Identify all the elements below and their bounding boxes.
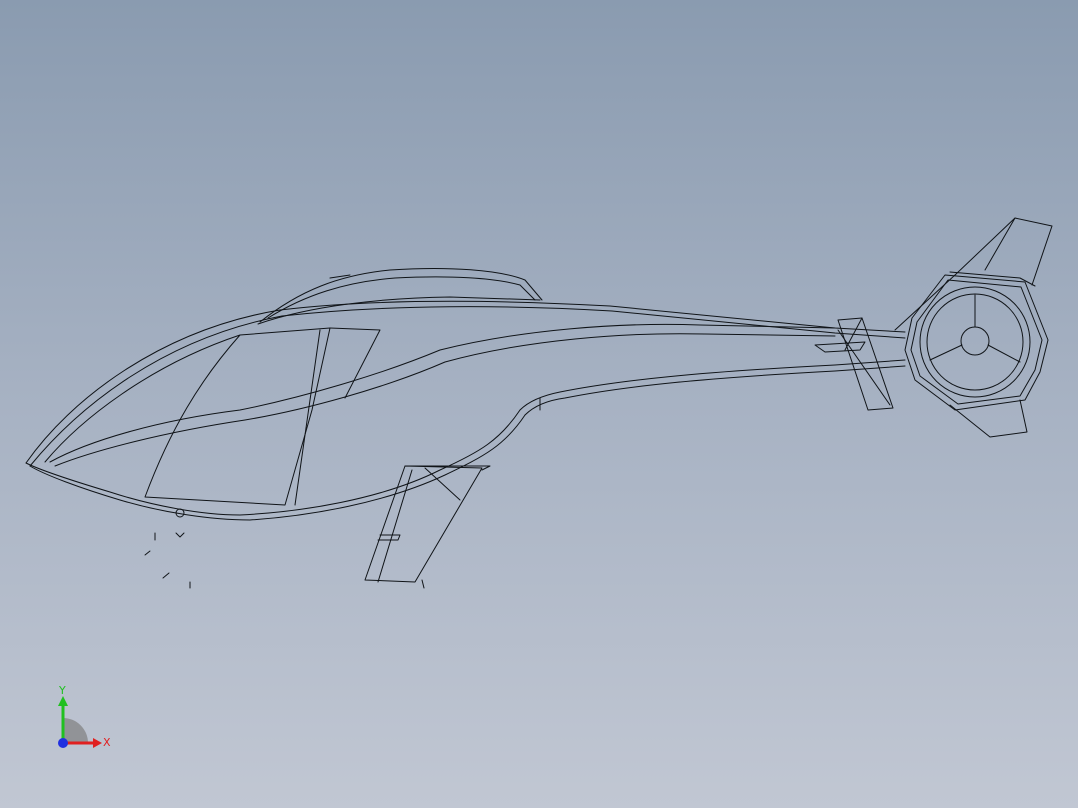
z-axis-dot [58,738,68,748]
fenestron-hub [960,326,990,356]
cad-3d-viewport[interactable] [0,0,1078,808]
fuselage-outline [25,300,906,464]
triad-arc [63,718,88,743]
helicopter-wireframe-model[interactable] [25,217,1053,589]
y-axis-label: Y [58,684,66,697]
landing-skid-strut [364,465,483,583]
coordinate-triad: Y X [58,684,111,749]
x-axis-label: X [103,736,111,749]
windshield-frame [44,327,331,506]
